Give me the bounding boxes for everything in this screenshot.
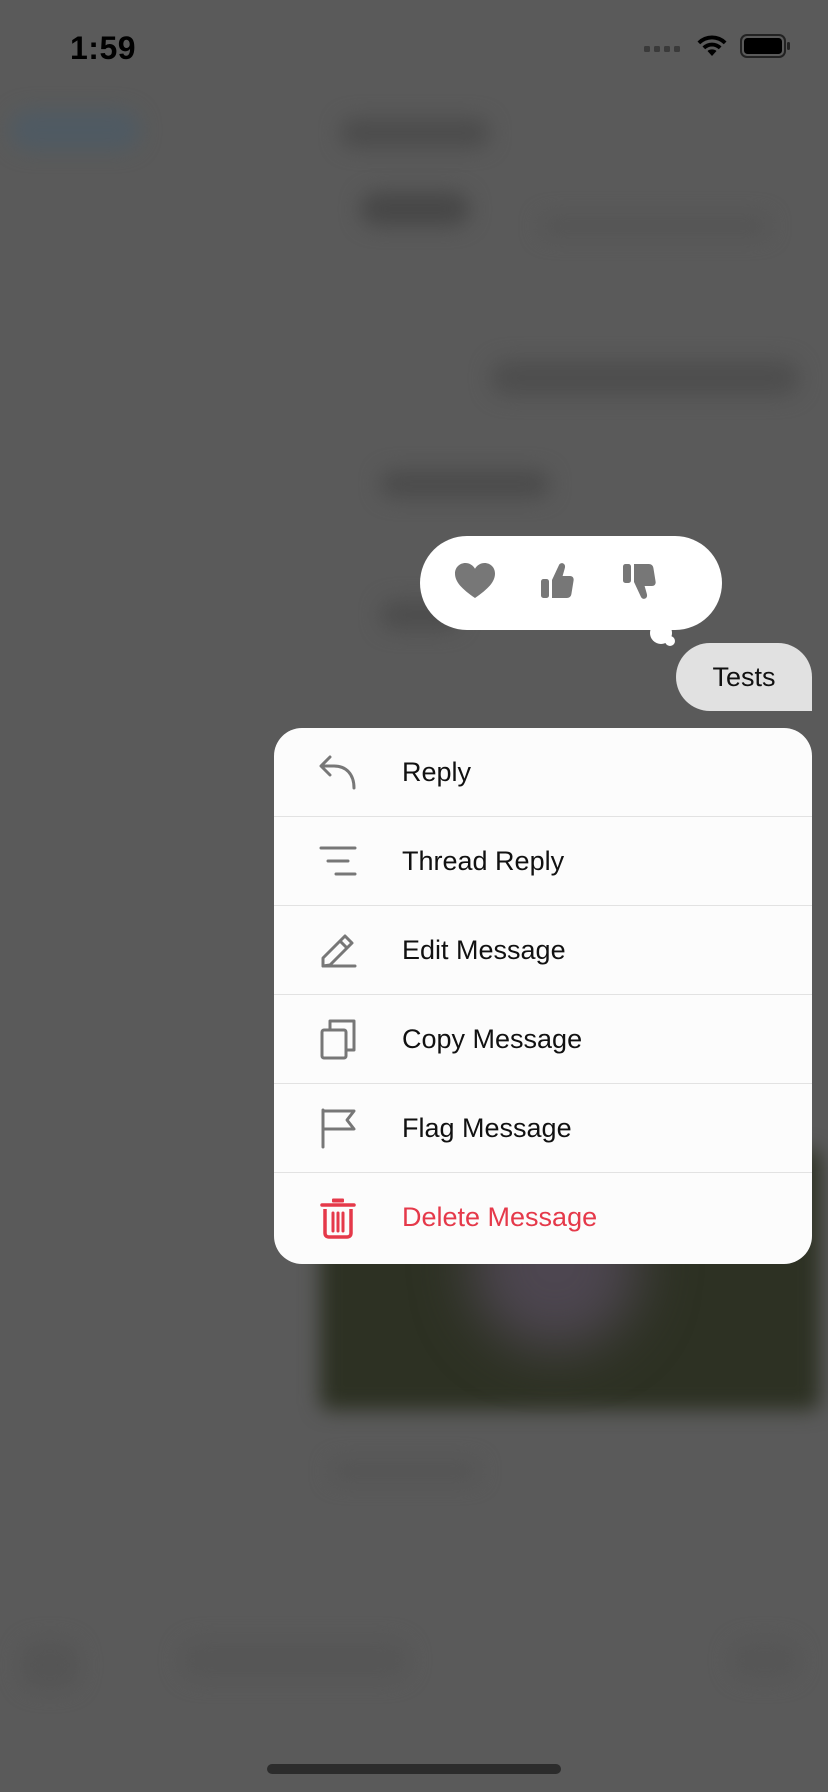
menu-item-label: Reply	[402, 756, 472, 787]
heart-reaction-button[interactable]	[452, 560, 498, 606]
menu-item-label: Delete Message	[402, 1202, 598, 1232]
pencil-icon	[316, 928, 360, 972]
blurred-content	[490, 360, 800, 396]
menu-item-flag-message[interactable]: Flag Message	[274, 1084, 812, 1173]
blurred-content	[330, 1460, 480, 1482]
home-indicator[interactable]	[267, 1764, 561, 1774]
blurred-back-button	[10, 110, 140, 150]
reply-icon	[316, 750, 360, 794]
menu-item-label: Thread Reply	[402, 845, 565, 876]
status-time: 1:59	[70, 30, 137, 66]
menu-item-thread-reply[interactable]: Thread Reply	[274, 817, 812, 906]
blurred-content	[360, 192, 470, 226]
blurred-title	[340, 118, 490, 148]
selected-message-bubble[interactable]: Tests	[676, 643, 812, 711]
thumbs-up-reaction-button[interactable]	[534, 560, 580, 606]
copy-icon	[316, 1017, 360, 1061]
thumbs-down-reaction-button[interactable]	[616, 560, 662, 606]
blurred-send-button	[730, 1640, 800, 1680]
menu-item-edit-message[interactable]: Edit Message	[274, 906, 812, 995]
wifi-icon	[696, 34, 728, 63]
thread-reply-icon	[316, 839, 360, 883]
menu-item-label: Copy Message	[402, 1023, 583, 1054]
flag-icon	[316, 1106, 360, 1150]
message-context-menu: Reply Thread Reply Edit Message Copy Mes…	[274, 728, 812, 1264]
menu-item-copy-message[interactable]: Copy Message	[274, 995, 812, 1084]
blurred-composer-input	[180, 1640, 410, 1680]
blurred-content	[380, 470, 550, 498]
reaction-bar	[420, 536, 722, 630]
menu-item-label: Edit Message	[402, 934, 566, 965]
battery-icon	[740, 34, 792, 63]
reaction-bubble-tail-small	[665, 636, 675, 646]
blurred-composer-button	[20, 1640, 80, 1690]
blurred-content	[540, 215, 770, 237]
thumbs-down-icon	[621, 561, 657, 606]
menu-item-delete-message[interactable]: Delete Message	[274, 1173, 812, 1262]
menu-item-reply[interactable]: Reply	[274, 728, 812, 817]
thumbs-up-icon	[539, 561, 575, 606]
menu-item-label: Flag Message	[402, 1112, 572, 1143]
trash-icon	[316, 1196, 360, 1240]
heart-icon	[454, 562, 496, 605]
signal-icon	[644, 40, 684, 58]
status-icons	[644, 34, 792, 63]
